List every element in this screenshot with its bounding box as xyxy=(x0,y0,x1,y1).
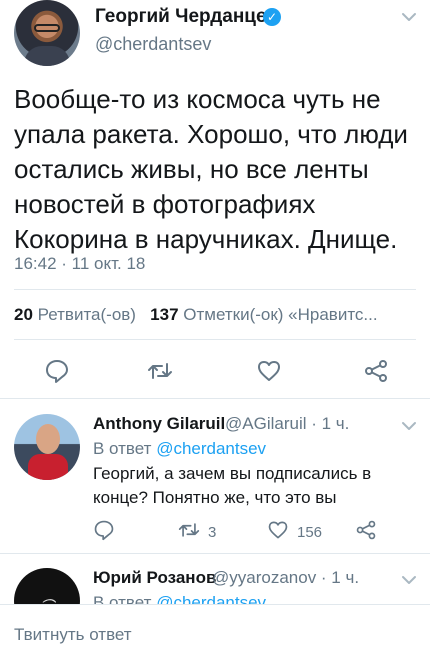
retweets-label[interactable]: Ретвита(-ов) xyxy=(38,305,136,324)
divider xyxy=(14,339,416,340)
tweet-stats: 20 Ретвита(-ов) 137 Отметки(-ок) «Нравит… xyxy=(14,305,378,325)
reply-icon[interactable] xyxy=(44,358,70,384)
retweets-count[interactable]: 20 xyxy=(14,305,33,324)
reply-author-name[interactable]: Юрий Розанов xyxy=(93,568,216,588)
share-icon[interactable] xyxy=(355,519,377,541)
retweet-icon[interactable] xyxy=(178,519,200,545)
like-count: 156 xyxy=(297,523,323,541)
author-handle[interactable]: @cherdantsev xyxy=(95,34,211,55)
chevron-down-icon[interactable] xyxy=(401,421,417,431)
tweet-timestamp: 16:42 · 11 окт. 18 xyxy=(14,254,146,273)
divider xyxy=(14,289,416,290)
heart-icon[interactable] xyxy=(256,358,282,384)
reply-icon[interactable] xyxy=(93,519,115,541)
reply-author-handle[interactable]: @AGilaruil · 1 ч. xyxy=(225,414,349,434)
reply-avatar[interactable] xyxy=(14,414,80,480)
reply-text: Георгий, а зачем вы подписались в конце?… xyxy=(93,464,372,507)
reply-author-handle[interactable]: @yyarozanov · 1 ч. xyxy=(212,568,359,588)
chevron-down-icon[interactable] xyxy=(401,12,417,22)
reply-compose-input[interactable]: Твитнуть ответ xyxy=(14,625,132,645)
retweet-action[interactable]: 3 xyxy=(178,519,216,545)
reply-to-prefix: В ответ xyxy=(93,439,152,458)
reply-to-line: В ответ @cherdantsev xyxy=(93,439,266,459)
divider xyxy=(0,553,430,554)
verified-badge-icon: ✓ xyxy=(263,8,281,26)
likes-label[interactable]: Отметки(-ок) «Нравитс... xyxy=(183,305,377,324)
author-avatar[interactable] xyxy=(14,0,80,66)
author-name[interactable]: Георгий Черданцев xyxy=(95,6,278,28)
retweet-icon[interactable] xyxy=(147,358,173,384)
avatar-glasses xyxy=(34,24,60,32)
chevron-down-icon[interactable] xyxy=(401,575,417,585)
tweet-text: Вообще-то из космоса чуть не упала ракет… xyxy=(14,84,408,254)
avatar-scarf xyxy=(28,454,68,480)
reply-to-handle-link[interactable]: @cherdantsev xyxy=(156,439,266,458)
likes-count[interactable]: 137 xyxy=(150,305,178,324)
like-action[interactable]: 156 xyxy=(267,519,322,545)
share-icon[interactable] xyxy=(363,358,389,384)
reply-author-name[interactable]: Anthony Gilaruil xyxy=(93,414,225,434)
avatar-shirt xyxy=(24,46,70,66)
retweet-count: 3 xyxy=(208,523,217,541)
divider xyxy=(0,398,430,399)
heart-icon[interactable] xyxy=(267,519,289,545)
avatar-face xyxy=(36,424,60,454)
